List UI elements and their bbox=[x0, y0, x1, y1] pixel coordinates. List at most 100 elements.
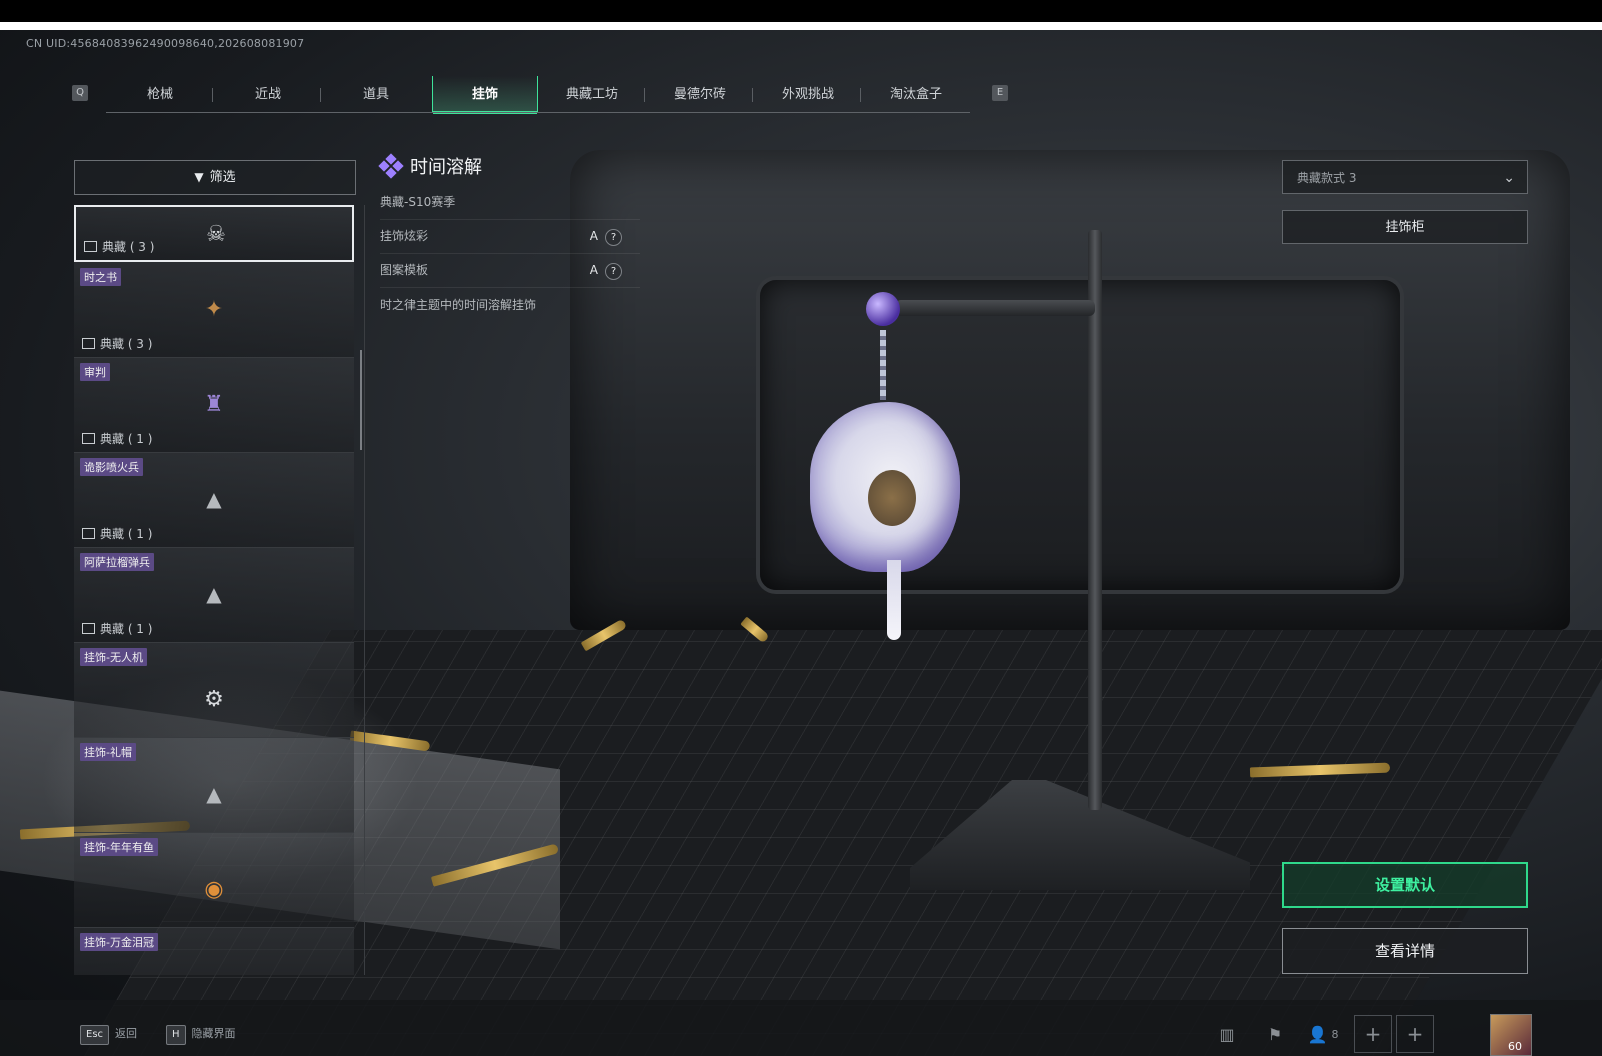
item-tag: 审判 bbox=[80, 363, 110, 381]
tab-separator bbox=[752, 88, 753, 102]
clock-gear bbox=[868, 470, 916, 526]
help-icon[interactable]: ? bbox=[605, 263, 622, 280]
player-level: 60 bbox=[1508, 1040, 1522, 1053]
tab-elimination-box[interactable]: 淘汰盒子 bbox=[864, 76, 968, 113]
uid-text: CN UID:456840839624900986​40,20260808​19… bbox=[26, 37, 305, 50]
list-scrollbar[interactable] bbox=[360, 350, 362, 450]
filter-label: 筛选 bbox=[209, 170, 236, 185]
style-dropdown-value: 典藏款式 3 bbox=[1297, 171, 1357, 185]
flag-icon[interactable]: ⚑ bbox=[1258, 1017, 1292, 1051]
category-tabs: Q 枪械 近战 道具 挂饰 典藏工坊 曼德尔砖 外观挑战 淘汰盒子 E bbox=[70, 76, 1010, 114]
charm-list: ☠ 典藏 ( 3 ) 时之书 ✦ 典藏 ( 3 ) 审判 ♜ 典藏 ( 1 ) … bbox=[74, 205, 354, 975]
item-footer-text: 典藏 ( 1 ) bbox=[100, 432, 153, 446]
item-footer: 典藏 ( 1 ) bbox=[82, 430, 152, 447]
season-label: 典藏-S10赛季 bbox=[380, 186, 640, 220]
placeholder-triangle-icon: ▲ bbox=[206, 782, 222, 806]
list-item[interactable]: ☠ 典藏 ( 3 ) bbox=[74, 205, 354, 262]
back-hint-label: 返回 bbox=[115, 1027, 138, 1040]
item-tag: 挂饰-年年有鱼 bbox=[80, 838, 158, 856]
tab-items[interactable]: 道具 bbox=[324, 76, 428, 113]
clock-drip bbox=[887, 560, 901, 640]
pendant-chain bbox=[880, 330, 886, 400]
top-letterbox bbox=[0, 0, 1602, 22]
row-grade: A bbox=[589, 263, 598, 277]
item-footer: 典藏 ( 3 ) bbox=[84, 238, 154, 255]
pendant-orb bbox=[866, 292, 900, 326]
detail-row-color: 挂饰炫彩 A ? bbox=[380, 220, 640, 254]
tab-firearms[interactable]: 枪械 bbox=[108, 76, 212, 113]
item-tag: 挂饰-万金泪冠 bbox=[80, 933, 158, 951]
item-tag: 诡影喷火兵 bbox=[80, 458, 143, 476]
rarity-diamond-icon bbox=[378, 153, 404, 179]
style-dropdown[interactable]: 典藏款式 3 ⌄ bbox=[1282, 160, 1528, 194]
h-key: H bbox=[166, 1025, 186, 1045]
image-icon bbox=[84, 241, 97, 252]
item-tag: 挂饰-礼帽 bbox=[80, 743, 136, 761]
esc-key: Esc bbox=[80, 1025, 110, 1045]
tab-collection-workshop[interactable]: 典藏工坊 bbox=[540, 76, 644, 113]
stand-arm bbox=[895, 300, 1095, 316]
list-item[interactable]: 阿萨拉榴弹兵 ▲ 典藏 ( 1 ) bbox=[74, 547, 354, 643]
list-item[interactable]: 挂饰-万金泪冠 bbox=[74, 927, 354, 975]
row-label: 挂饰炫彩 bbox=[380, 229, 429, 243]
list-item[interactable]: 挂饰-礼帽 ▲ bbox=[74, 737, 354, 833]
help-icon[interactable]: ? bbox=[605, 229, 622, 246]
list-item[interactable]: 挂饰-无人机 ⚙ bbox=[74, 642, 354, 738]
chevron-down-icon: ⌄ bbox=[1503, 170, 1515, 186]
tab-separator bbox=[860, 88, 861, 102]
item-footer: 典藏 ( 3 ) bbox=[82, 335, 152, 352]
book-charm-icon: ✦ bbox=[204, 296, 224, 322]
tab-underline bbox=[106, 112, 970, 113]
prev-tab-key[interactable]: Q bbox=[72, 85, 88, 101]
pendant-charm-icon: ♜ bbox=[204, 391, 224, 417]
tab-separator bbox=[320, 88, 321, 102]
charm-description: 时之律主题中的时间溶解挂饰 bbox=[380, 298, 537, 312]
item-footer: 典藏 ( 1 ) bbox=[82, 525, 152, 542]
item-footer-text: 典藏 ( 1 ) bbox=[100, 622, 153, 636]
skull-charm-icon: ☠ bbox=[206, 221, 226, 247]
friends-icon[interactable]: 👤 8 bbox=[1306, 1017, 1340, 1051]
item-tag: 时之书 bbox=[80, 268, 121, 286]
row-label: 图案模板 bbox=[380, 263, 429, 277]
stats-icon[interactable]: ▥ bbox=[1210, 1017, 1244, 1051]
friends-count: 8 bbox=[1331, 1027, 1339, 1041]
list-item[interactable]: 挂饰-年年有鱼 ◉ bbox=[74, 832, 354, 928]
tab-melee[interactable]: 近战 bbox=[216, 76, 320, 113]
next-tab-key[interactable]: E bbox=[992, 85, 1008, 101]
stand-pole bbox=[1088, 230, 1102, 810]
tab-charms[interactable]: 挂饰 bbox=[432, 76, 538, 114]
placeholder-triangle-icon: ▲ bbox=[206, 487, 222, 511]
list-item[interactable]: 诡影喷火兵 ▲ 典藏 ( 1 ) bbox=[74, 452, 354, 548]
tab-separator bbox=[644, 88, 645, 102]
placeholder-triangle-icon: ▲ bbox=[206, 582, 222, 606]
list-item[interactable]: 时之书 ✦ 典藏 ( 3 ) bbox=[74, 262, 354, 358]
row-grade: A bbox=[589, 229, 598, 243]
charm-title: 时间溶解 bbox=[378, 150, 640, 186]
item-footer-text: 典藏 ( 1 ) bbox=[100, 527, 153, 541]
drone-charm-icon: ⚙ bbox=[204, 686, 224, 712]
bottom-toolbar: ▥ ⚑ 👤 8 + + bbox=[1210, 1014, 1438, 1054]
image-icon bbox=[82, 433, 95, 444]
tab-appearance-challenge[interactable]: 外观挑战 bbox=[756, 76, 860, 113]
hide-ui-hint-label: 隐藏界面 bbox=[191, 1027, 236, 1040]
charm-detail-panel: 时间溶解 典藏-S10赛季 挂饰炫彩 A ? 图案模板 A ? 时之律主题中的时… bbox=[378, 150, 640, 313]
filter-icon: ▼ bbox=[194, 170, 204, 184]
detail-row-pattern: 图案模板 A ? bbox=[380, 254, 640, 288]
set-default-button[interactable]: 设置默认 bbox=[1282, 862, 1528, 908]
hide-ui-hint[interactable]: H 隐藏界面 bbox=[166, 1024, 236, 1045]
item-tag: 阿萨拉榴弹兵 bbox=[80, 553, 154, 571]
item-footer: 典藏 ( 1 ) bbox=[82, 620, 152, 637]
list-item[interactable]: 审判 ♜ 典藏 ( 1 ) bbox=[74, 357, 354, 453]
image-icon bbox=[82, 528, 95, 539]
tab-mandel-brick[interactable]: 曼德尔砖 bbox=[648, 76, 752, 113]
add-slot-icon[interactable]: + bbox=[1354, 1015, 1392, 1053]
list-scroll-track bbox=[364, 205, 365, 975]
add-slot-icon[interactable]: + bbox=[1396, 1015, 1434, 1053]
filter-button[interactable]: ▼ 筛选 bbox=[74, 160, 356, 195]
charm-cabinet-button[interactable]: 挂饰柜 bbox=[1282, 210, 1528, 244]
fish-charm-icon: ◉ bbox=[204, 876, 224, 902]
back-hint[interactable]: Esc 返回 bbox=[80, 1024, 138, 1045]
charm-title-text: 时间溶解 bbox=[410, 157, 482, 178]
view-details-button[interactable]: 查看详情 bbox=[1282, 928, 1528, 974]
top-border-line bbox=[0, 22, 1602, 30]
